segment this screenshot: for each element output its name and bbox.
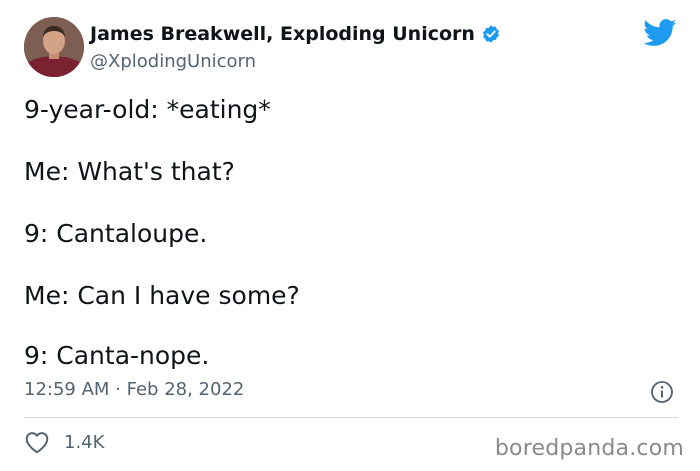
tweet-timestamp[interactable]: 12:59 AM · Feb 28, 2022 — [24, 379, 244, 400]
divider — [24, 417, 678, 418]
like-count: 1.4K — [64, 431, 105, 453]
like-action[interactable]: 1.4K — [24, 430, 104, 454]
tweet-line: Me: What's that? — [24, 157, 235, 186]
info-icon[interactable] — [650, 380, 674, 404]
author-display-name[interactable]: James Breakwell, Exploding Unicorn — [90, 23, 475, 45]
author-handle[interactable]: @XplodingUnicorn — [90, 51, 256, 72]
tweet-line: 9: Cantaloupe. — [24, 219, 208, 248]
tweet-line: Me: Can I have some? — [24, 281, 300, 310]
avatar[interactable] — [24, 17, 84, 77]
watermark: boredpanda.com — [494, 436, 684, 461]
verified-badge-icon — [481, 24, 501, 44]
twitter-bird-icon[interactable] — [643, 19, 677, 47]
heart-icon[interactable] — [24, 430, 50, 454]
tweet-line: 9-year-old: *eating* — [24, 95, 271, 124]
author-name-row: James Breakwell, Exploding Unicorn — [90, 23, 501, 45]
tweet-line: 9: Canta-nope. — [24, 341, 210, 370]
